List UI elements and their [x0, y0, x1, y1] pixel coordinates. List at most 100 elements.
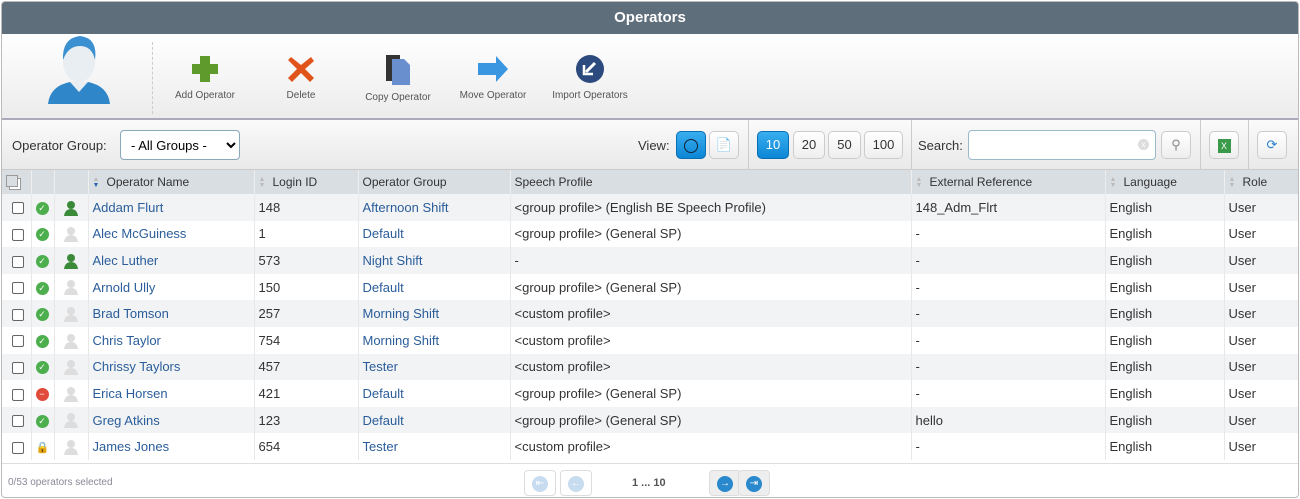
row-checkbox[interactable] — [12, 415, 24, 428]
login-id: 754 — [254, 326, 359, 354]
select-all-icon — [6, 174, 18, 187]
col-login-id[interactable]: ▲ ▼ Login ID — [254, 170, 359, 194]
view-list-button[interactable]: 📄 — [709, 131, 739, 159]
col-role[interactable]: ▲ ▼ Role — [1224, 170, 1298, 194]
row-checkbox[interactable] — [12, 388, 24, 401]
table-row[interactable]: ✓ Brad Tomson 257 Morning Shift <custom … — [2, 300, 1298, 327]
operator-name-link[interactable]: Chris Taylor — [88, 326, 255, 354]
search-input[interactable] — [968, 130, 1156, 160]
col-label: Speech Profile — [514, 175, 593, 189]
person-icon — [63, 386, 78, 402]
row-checkbox[interactable] — [12, 202, 24, 215]
row-checkbox-cell[interactable] — [2, 194, 32, 221]
operator-name-link[interactable]: Arnold Ully — [88, 273, 255, 301]
speech-profile: <group profile> (General SP) — [510, 380, 912, 407]
role: User — [1224, 273, 1298, 301]
copy-operator-button[interactable]: Copy Operator — [353, 54, 443, 103]
row-checkbox-cell[interactable] — [2, 433, 32, 460]
operator-name-link[interactable]: Alec Luther — [88, 247, 255, 274]
import-operators-button[interactable]: Import Operators — [545, 54, 635, 101]
prev-page-button[interactable]: ← — [560, 470, 592, 496]
view-circle-button[interactable] — [676, 131, 706, 159]
operator-group-label: Operator Group: — [12, 138, 107, 153]
language: English — [1105, 326, 1225, 354]
table-row[interactable]: ✓ Addam Flurt 148 Afternoon Shift <group… — [2, 194, 1298, 221]
table-row[interactable]: 🔒 James Jones 654 Tester <custom profile… — [2, 433, 1298, 460]
divider — [1248, 120, 1249, 170]
operator-group-link[interactable]: Tester — [358, 353, 511, 381]
move-operator-button[interactable]: Move Operator — [448, 54, 538, 101]
operator-name-link[interactable]: Erica Horsen — [88, 380, 255, 407]
row-checkbox-cell[interactable] — [2, 380, 32, 407]
table-row[interactable]: ✓ Alec Luther 573 Night Shift - - Englis… — [2, 247, 1298, 274]
table-row[interactable]: ✓ Greg Atkins 123 Default <group profile… — [2, 406, 1298, 434]
last-page-button[interactable]: ⇥ — [738, 470, 770, 496]
table-row[interactable]: ✓ Arnold Ully 150 Default <group profile… — [2, 273, 1298, 301]
copy-icon — [386, 55, 410, 85]
operator-group-link[interactable]: Morning Shift — [358, 326, 511, 354]
row-checkbox-cell[interactable] — [2, 300, 32, 327]
operator-group-link[interactable]: Default — [358, 273, 511, 301]
operator-name-link[interactable]: Brad Tomson — [88, 300, 255, 327]
row-checkbox[interactable] — [12, 282, 24, 295]
person-cell — [54, 326, 89, 354]
operators-window: Operators Add Operator Delete Copy Opera… — [1, 1, 1299, 498]
col-external-reference[interactable]: ▲ ▼ External Reference — [911, 170, 1106, 194]
table-row[interactable]: ✓ Alec McGuiness 1 Default <group profil… — [2, 220, 1298, 248]
row-checkbox-cell[interactable] — [2, 406, 32, 434]
table-row[interactable]: ✓ Chris Taylor 754 Morning Shift <custom… — [2, 326, 1298, 354]
operator-name-link[interactable]: Addam Flurt — [88, 194, 255, 221]
col-label: Operator Group — [362, 175, 447, 189]
export-excel-button[interactable]: X — [1209, 131, 1239, 159]
search-button[interactable]: ⚲ — [1161, 131, 1191, 159]
external-reference: - — [911, 273, 1106, 301]
language: English — [1105, 220, 1225, 248]
row-checkbox[interactable] — [12, 335, 24, 348]
table-row[interactable]: ✓ Chrissy Taylors 457 Tester <custom pro… — [2, 353, 1298, 381]
row-checkbox-cell[interactable] — [2, 273, 32, 301]
row-checkbox[interactable] — [12, 255, 24, 268]
col-operator-name[interactable]: ▲ ▼ Operator Name — [88, 170, 255, 194]
first-page-button[interactable]: ⇤ — [524, 470, 556, 496]
search-label: Search: — [918, 138, 963, 153]
operator-name-link[interactable]: Chrissy Taylors — [88, 353, 255, 381]
refresh-button[interactable]: ⟳ — [1257, 131, 1287, 159]
role: User — [1224, 406, 1298, 434]
role: User — [1224, 247, 1298, 274]
page-size-20-button[interactable]: 20 — [793, 131, 825, 159]
row-checkbox-cell[interactable] — [2, 247, 32, 274]
add-operator-button[interactable]: Add Operator — [160, 54, 250, 101]
row-checkbox[interactable] — [12, 361, 24, 374]
row-checkbox-cell[interactable] — [2, 353, 32, 381]
operator-group-link[interactable]: Default — [358, 220, 511, 248]
operator-group-link[interactable]: Default — [358, 406, 511, 434]
operator-group-link[interactable]: Morning Shift — [358, 300, 511, 327]
add-operator-label: Add Operator — [174, 90, 236, 101]
operator-name-link[interactable]: James Jones — [88, 433, 255, 460]
language: English — [1105, 300, 1225, 327]
operator-name-link[interactable]: Greg Atkins — [88, 406, 255, 434]
row-checkbox-cell[interactable] — [2, 220, 32, 248]
row-checkbox[interactable] — [12, 441, 24, 454]
row-checkbox-cell[interactable] — [2, 326, 32, 354]
table-row[interactable]: − Erica Horsen 421 Default <group profil… — [2, 380, 1298, 407]
page-size-50-button[interactable]: 50 — [828, 131, 861, 159]
row-checkbox[interactable] — [12, 228, 24, 241]
operator-group-link[interactable]: Tester — [358, 433, 511, 460]
col-language[interactable]: ▲ ▼ Language — [1105, 170, 1225, 194]
operator-name-link[interactable]: Alec McGuiness — [88, 220, 255, 248]
next-page-button[interactable]: → — [709, 470, 741, 496]
row-checkbox[interactable] — [12, 308, 24, 321]
operator-group-link[interactable]: Default — [358, 380, 511, 407]
page-size-100-button[interactable]: 100 — [864, 131, 903, 159]
sort-desc-icon: ▲ ▼ — [92, 175, 100, 189]
select-all-header[interactable] — [2, 170, 32, 194]
clear-search-icon[interactable]: x — [1138, 139, 1149, 150]
speech-profile: <custom profile> — [510, 326, 912, 354]
operator-group-select[interactable]: - All Groups - — [120, 130, 240, 160]
page-size-10-button[interactable]: 10 — [757, 131, 789, 159]
active-status-icon: ✓ — [35, 201, 49, 215]
operator-group-link[interactable]: Night Shift — [358, 247, 511, 274]
operator-group-link[interactable]: Afternoon Shift — [358, 194, 511, 221]
delete-button[interactable]: Delete — [256, 54, 346, 101]
